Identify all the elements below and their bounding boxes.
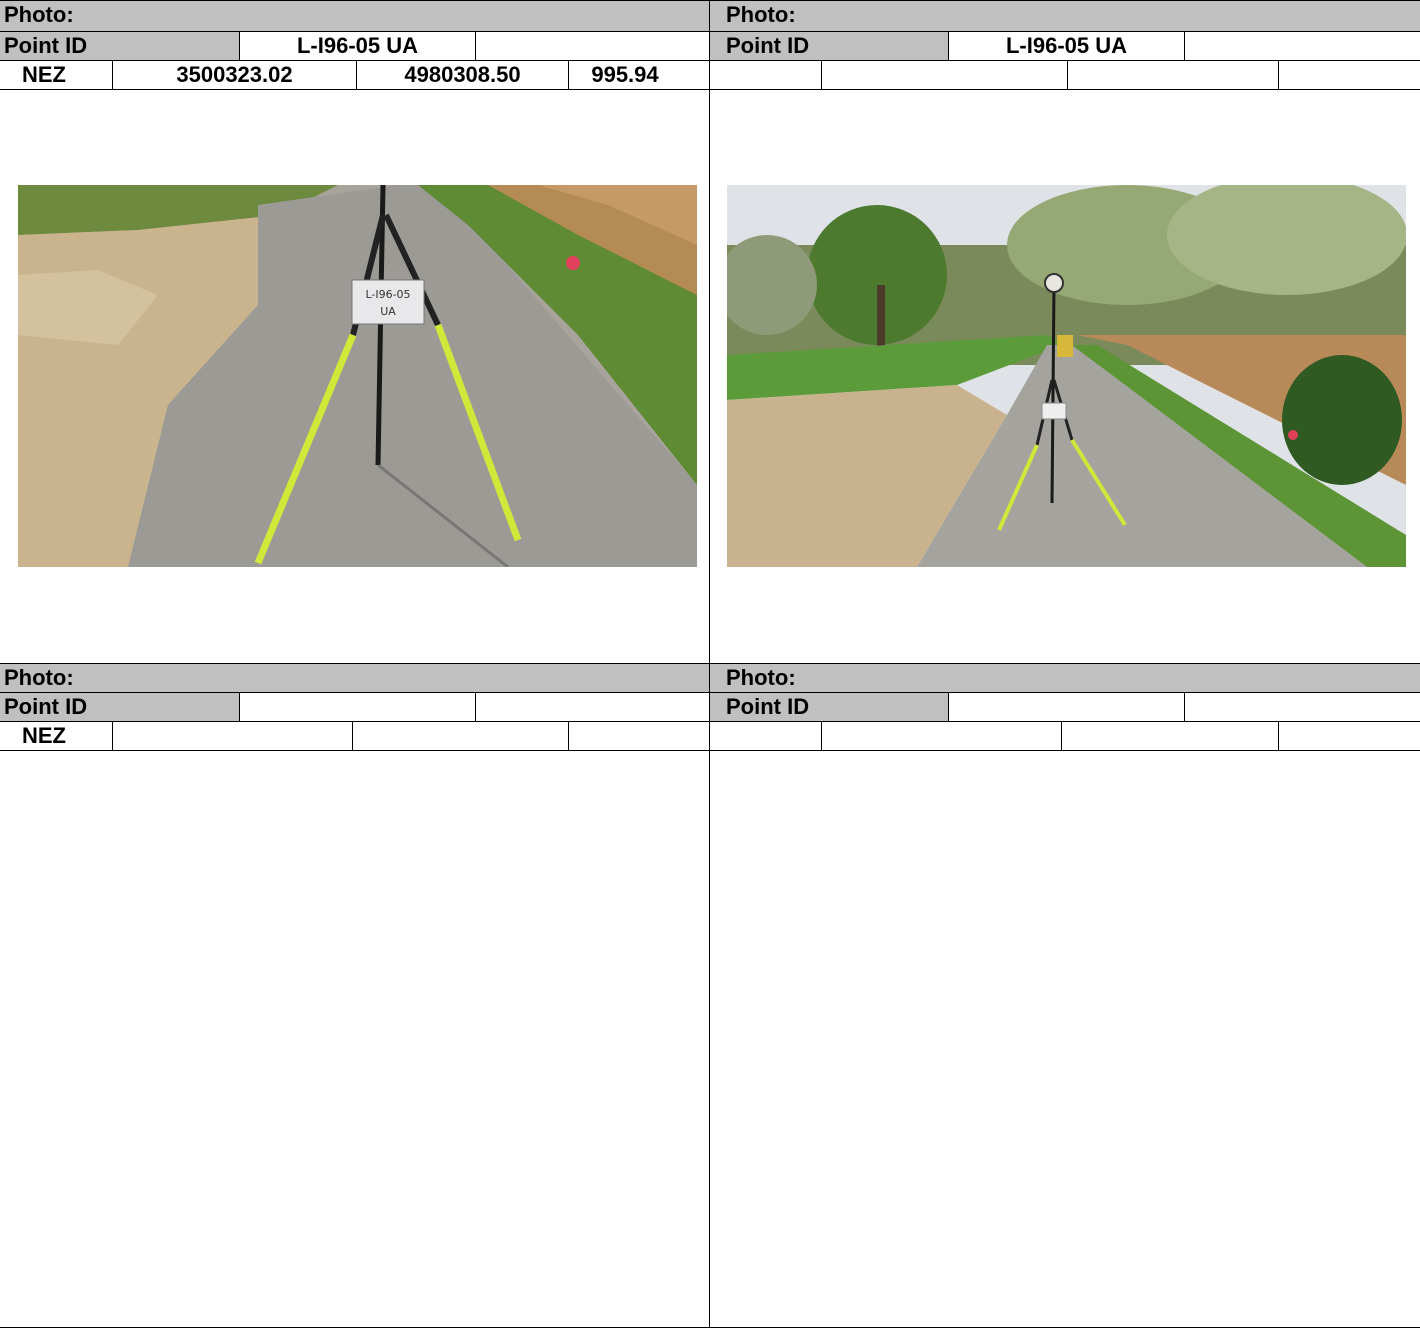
point-id-value: L-I96-05 UA — [948, 32, 1184, 60]
photo-area-empty — [0, 750, 711, 1328]
northing-value — [821, 722, 1061, 750]
nez-label — [710, 61, 821, 89]
photo-header: Photo: — [0, 0, 711, 31]
point-id-extra — [1184, 693, 1420, 721]
nez-row: NEZ — [0, 721, 711, 750]
point-id-row: Point ID — [710, 692, 1420, 721]
point-id-value — [239, 693, 475, 721]
tripod-closeup-photo: L-I96-05 UA — [18, 185, 697, 567]
tripod-wide-photo — [727, 185, 1406, 567]
nez-row — [710, 721, 1420, 750]
point-id-label: Point ID — [710, 32, 948, 60]
sign-text-line2: UA — [380, 305, 396, 318]
point-id-value — [948, 693, 1184, 721]
northing-value — [112, 722, 352, 750]
point-id-label: Point ID — [0, 693, 239, 721]
point-id-row: Point ID L-I96-05 UA — [710, 31, 1420, 60]
photo-label: Photo: — [726, 2, 796, 27]
photo-area: L-I96-05 UA — [0, 89, 711, 663]
northing-value: 3500323.02 — [112, 61, 356, 89]
nez-row — [710, 60, 1420, 89]
northing-value — [821, 61, 1067, 89]
photo-panel-1: Photo: Point ID L-I96-05 UA NEZ 3500323.… — [0, 0, 711, 663]
photo-label: Photo: — [4, 665, 74, 690]
nez-label: NEZ — [0, 722, 112, 750]
nez-row: NEZ 3500323.02 4980308.50 995.94 — [0, 60, 711, 89]
point-id-row: Point ID — [0, 692, 711, 721]
photo-area — [710, 89, 1420, 663]
point-id-extra — [475, 32, 711, 60]
elevation-value: 995.94 — [568, 61, 711, 89]
easting-value — [352, 722, 568, 750]
elevation-value — [1278, 722, 1420, 750]
photo-header: Photo: — [710, 0, 1420, 31]
easting-value — [1061, 722, 1278, 750]
elevation-value — [568, 722, 711, 750]
sign-text-line1: L-I96-05 — [365, 288, 410, 301]
point-id-label: Point ID — [710, 693, 948, 721]
easting-value — [1067, 61, 1278, 89]
photo-area-empty — [710, 750, 1420, 1328]
photo-header: Photo: — [710, 663, 1420, 692]
nez-label: NEZ — [0, 61, 112, 89]
photo-panel-2: Photo: Point ID L-I96-05 UA — [709, 0, 1420, 663]
easting-value: 4980308.50 — [356, 61, 568, 89]
photo-panel-4: Photo: Point ID — [709, 663, 1420, 1328]
photo-label: Photo: — [726, 665, 796, 690]
photo-label: Photo: — [4, 2, 74, 27]
point-id-label: Point ID — [0, 32, 239, 60]
nez-label — [710, 722, 821, 750]
photo-header: Photo: — [0, 663, 711, 692]
point-id-value: L-I96-05 UA — [239, 32, 475, 60]
elevation-value — [1278, 61, 1420, 89]
photo-panel-3: Photo: Point ID NEZ — [0, 663, 711, 1328]
point-id-extra — [475, 693, 711, 721]
point-id-extra — [1184, 32, 1420, 60]
point-id-row: Point ID L-I96-05 UA — [0, 31, 711, 60]
